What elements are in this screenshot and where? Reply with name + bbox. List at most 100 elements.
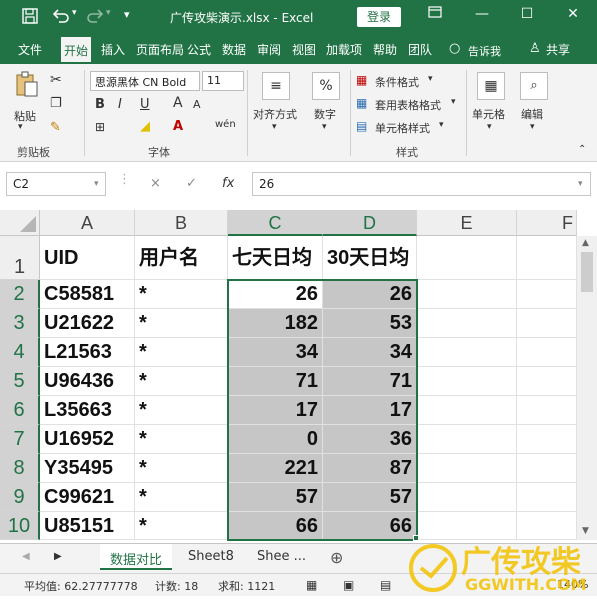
percent-icon[interactable]: % [312, 72, 340, 100]
save-icon[interactable] [22, 8, 38, 28]
find-icon[interactable]: ⌕ [520, 72, 548, 100]
empty-cell[interactable] [517, 367, 577, 396]
empty-cell[interactable] [517, 309, 577, 338]
tab-insert[interactable]: 插入 [101, 41, 125, 58]
share-icon[interactable]: ♙ [529, 41, 541, 56]
empty-cell[interactable] [417, 483, 517, 512]
thirty-day-avg-cell[interactable]: 17 [323, 396, 417, 425]
seven-day-avg-cell[interactable]: 0 [228, 425, 323, 454]
seven-day-avg-cell[interactable]: 34 [228, 338, 323, 367]
row-header[interactable]: 2 [0, 280, 40, 309]
empty-cell[interactable] [417, 236, 517, 280]
alignment-label[interactable]: 对齐方式 [253, 106, 297, 122]
username-cell[interactable]: * [135, 512, 228, 540]
empty-cell[interactable] [417, 512, 517, 540]
empty-cell[interactable] [517, 236, 577, 280]
empty-cell[interactable] [517, 454, 577, 483]
seven-day-avg-cell[interactable]: 57 [228, 483, 323, 512]
thirty-day-avg-cell[interactable]: 53 [323, 309, 417, 338]
column-header-b[interactable]: B [135, 210, 228, 236]
alignment-dropdown-icon[interactable]: ▾ [272, 122, 277, 132]
conditional-format-icon[interactable]: ▦ [356, 73, 367, 87]
scroll-thumb[interactable] [581, 252, 593, 292]
uid-cell[interactable]: Y35495 [40, 454, 135, 483]
scroll-down-icon[interactable]: ▼ [582, 526, 589, 536]
select-all-corner[interactable] [0, 210, 40, 236]
seven-day-avg-cell[interactable]: 17 [228, 396, 323, 425]
empty-cell[interactable] [417, 367, 517, 396]
empty-cell[interactable] [417, 454, 517, 483]
cell-styles-icon[interactable]: ▤ [356, 119, 367, 133]
uid-cell[interactable]: L21563 [40, 338, 135, 367]
editing-label[interactable]: 编辑 [521, 106, 543, 122]
add-sheet-icon[interactable]: ⊕ [330, 548, 343, 567]
empty-cell[interactable] [417, 396, 517, 425]
username-cell[interactable]: * [135, 309, 228, 338]
empty-cell[interactable] [517, 425, 577, 454]
name-box[interactable]: C2 [6, 172, 106, 196]
number-dropdown-icon[interactable]: ▾ [322, 122, 327, 132]
header-cell-30day-avg[interactable]: 30天日均 [323, 236, 417, 280]
grow-font-button[interactable]: A [173, 95, 183, 111]
tab-data[interactable]: 数据 [222, 41, 246, 58]
expand-formula-icon[interactable]: ▾ [578, 179, 583, 189]
empty-cell[interactable] [517, 338, 577, 367]
uid-cell[interactable]: U85151 [40, 512, 135, 540]
tab-help[interactable]: 帮助 [373, 41, 397, 58]
sheet-tab[interactable]: Shee ... [247, 544, 316, 570]
font-color-button[interactable]: A [173, 119, 183, 134]
tab-formulas[interactable]: 公式 [187, 41, 211, 58]
header-cell-7day-avg[interactable]: 七天日均 [228, 236, 323, 280]
normal-view-icon[interactable]: ▦ [306, 578, 317, 592]
editing-dropdown-icon[interactable]: ▾ [530, 122, 535, 132]
empty-cell[interactable] [417, 338, 517, 367]
font-size-select[interactable]: 11 [202, 71, 244, 91]
column-header-c[interactable]: C [228, 210, 323, 236]
username-cell[interactable]: * [135, 338, 228, 367]
row-header[interactable]: 5 [0, 367, 40, 396]
cell-styles-button[interactable]: 单元格样式 [375, 120, 430, 136]
column-header-f[interactable]: F [517, 210, 577, 236]
header-cell-username[interactable]: 用户名 [135, 236, 228, 280]
uid-cell[interactable]: U96436 [40, 367, 135, 396]
tell-me-button[interactable]: 告诉我 [468, 43, 501, 59]
column-header-d[interactable]: D [323, 210, 417, 236]
format-table-icon[interactable]: ▦ [356, 96, 367, 110]
share-button[interactable]: 共享 [546, 41, 570, 58]
empty-cell[interactable] [517, 483, 577, 512]
tab-addins[interactable]: 加载项 [326, 41, 362, 58]
format-as-table-button[interactable]: 套用表格格式 [375, 97, 441, 113]
redo-dropdown-icon[interactable]: ▾ [106, 8, 111, 18]
close-icon[interactable]: ✕ [558, 6, 588, 22]
empty-cell[interactable] [517, 396, 577, 425]
seven-day-avg-cell[interactable]: 71 [228, 367, 323, 396]
uid-cell[interactable]: U16952 [40, 425, 135, 454]
username-cell[interactable]: * [135, 425, 228, 454]
row-header[interactable]: 1 [0, 236, 40, 280]
italic-button[interactable]: I [118, 97, 122, 112]
tab-team[interactable]: 团队 [408, 41, 432, 58]
cancel-icon[interactable]: × [150, 176, 161, 191]
tab-review[interactable]: 审阅 [257, 41, 281, 58]
name-box-dropdown-icon[interactable]: ▾ [94, 179, 99, 189]
username-cell[interactable]: * [135, 483, 228, 512]
thirty-day-avg-cell[interactable]: 34 [323, 338, 417, 367]
tab-view[interactable]: 视图 [292, 41, 316, 58]
cell-styles-dropdown-icon[interactable]: ▾ [439, 120, 444, 130]
row-header[interactable]: 4 [0, 338, 40, 367]
seven-day-avg-cell[interactable]: 182 [228, 309, 323, 338]
undo-icon[interactable] [52, 8, 70, 28]
conditional-format-button[interactable]: 条件格式 [375, 74, 419, 90]
tab-file[interactable]: 文件 [18, 41, 42, 58]
enter-icon[interactable]: ✓ [186, 176, 197, 191]
username-cell[interactable]: * [135, 454, 228, 483]
uid-cell[interactable]: C99621 [40, 483, 135, 512]
empty-cell[interactable] [417, 425, 517, 454]
row-header[interactable]: 6 [0, 396, 40, 425]
page-break-view-icon[interactable]: ▤ [380, 578, 391, 592]
thirty-day-avg-cell[interactable]: 66 [323, 512, 417, 540]
bold-button[interactable]: B [95, 97, 105, 112]
vertical-scrollbar[interactable]: ▲ ▼ [577, 236, 597, 540]
paste-dropdown-icon[interactable]: ▾ [18, 122, 23, 132]
collapse-ribbon-icon[interactable]: ⌃ [578, 144, 586, 155]
